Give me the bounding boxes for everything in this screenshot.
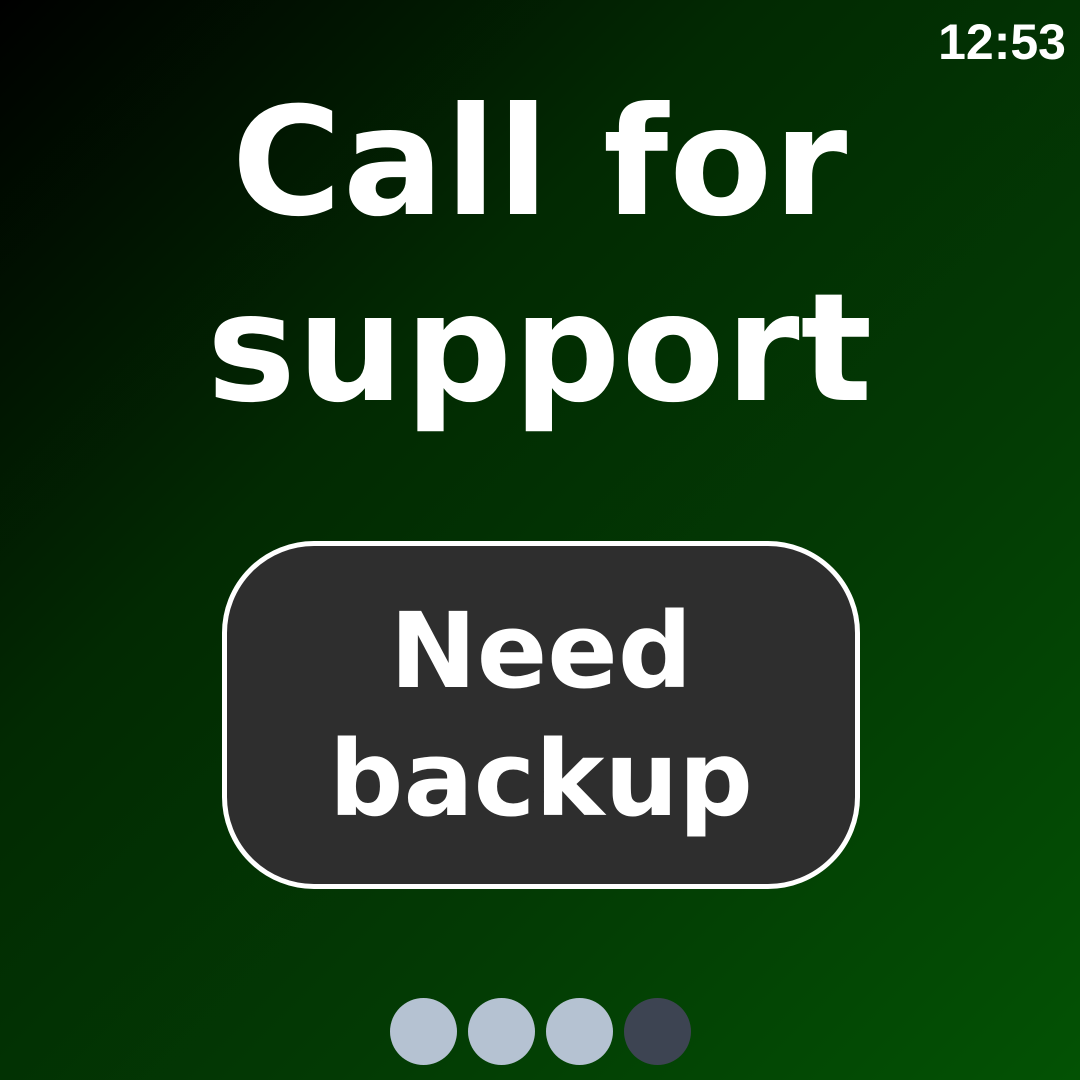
page-dot-1[interactable] [389,998,457,1065]
need-backup-button[interactable]: Need backup [222,541,860,889]
page-indicator [0,998,1080,1065]
page-title: Call for support [206,76,874,436]
page-dot-3[interactable] [545,998,613,1065]
page-dot-2[interactable] [467,998,535,1065]
need-backup-button-label: Need backup [329,590,753,840]
page-dot-4[interactable] [623,998,691,1065]
status-time: 12:53 [938,14,1066,70]
